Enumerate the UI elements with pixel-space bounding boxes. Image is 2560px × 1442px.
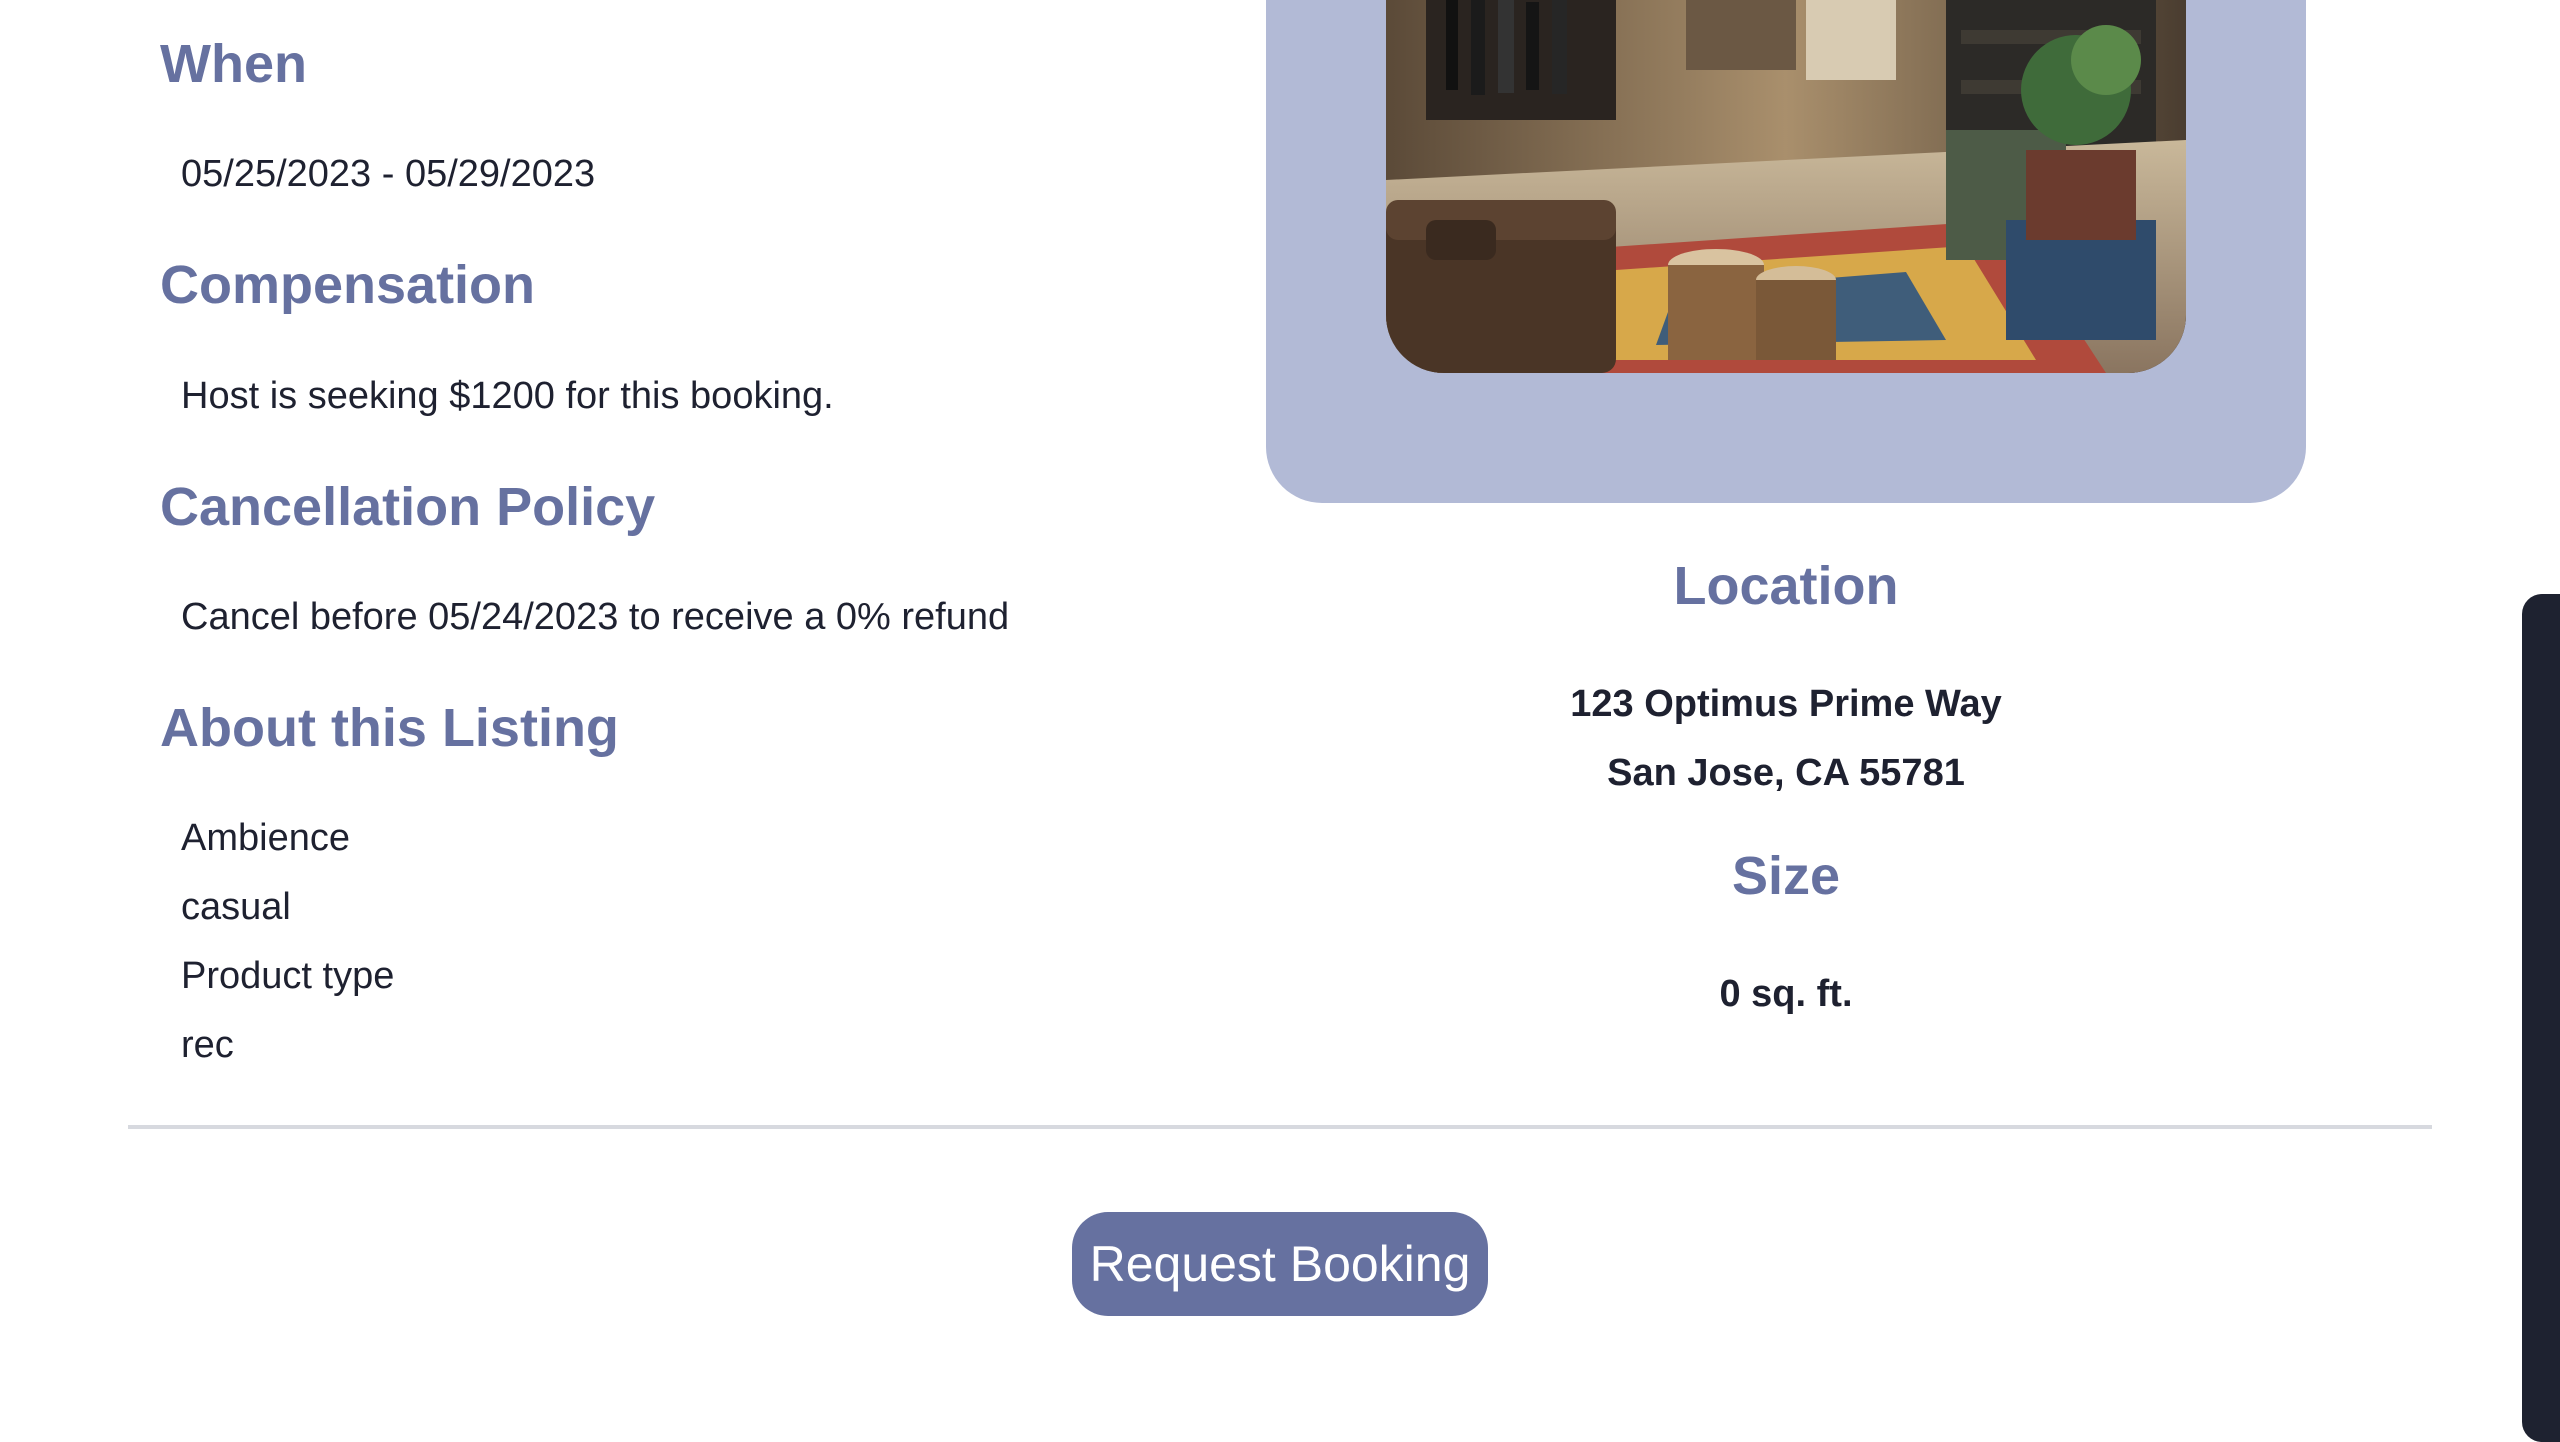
about-item-product-type-label: Product type <box>181 955 395 997</box>
scrollbar-thumb[interactable] <box>2522 594 2560 1442</box>
store-interior-photo <box>1386 0 2186 373</box>
photo-card <box>1266 0 2306 503</box>
size-value: 0 sq. ft. <box>1719 973 1853 1015</box>
address-line-1: 123 Optimus Prime Way <box>1570 683 2002 725</box>
cancellation-text: Cancel before 05/24/2023 to receive a 0%… <box>181 596 1010 638</box>
size-heading: Size <box>1731 846 1841 906</box>
cancellation-heading: Cancellation Policy <box>160 477 656 537</box>
about-item-ambience-label: Ambience <box>181 817 350 859</box>
about-item-product-type-value: rec <box>181 1024 234 1066</box>
compensation-text: Host is seeking $1200 for this booking. <box>181 375 834 417</box>
request-booking-button[interactable]: Request Booking <box>1072 1212 1488 1316</box>
section-divider <box>128 1125 2432 1129</box>
address-line-2: San Jose, CA 55781 <box>1607 752 1965 794</box>
location-heading: Location <box>1673 556 1899 616</box>
when-heading: When <box>160 34 307 94</box>
about-item-ambience-value: casual <box>181 886 291 928</box>
compensation-heading: Compensation <box>160 255 536 315</box>
when-dates: 05/25/2023 - 05/29/2023 <box>181 153 596 195</box>
about-heading: About this Listing <box>160 698 619 758</box>
